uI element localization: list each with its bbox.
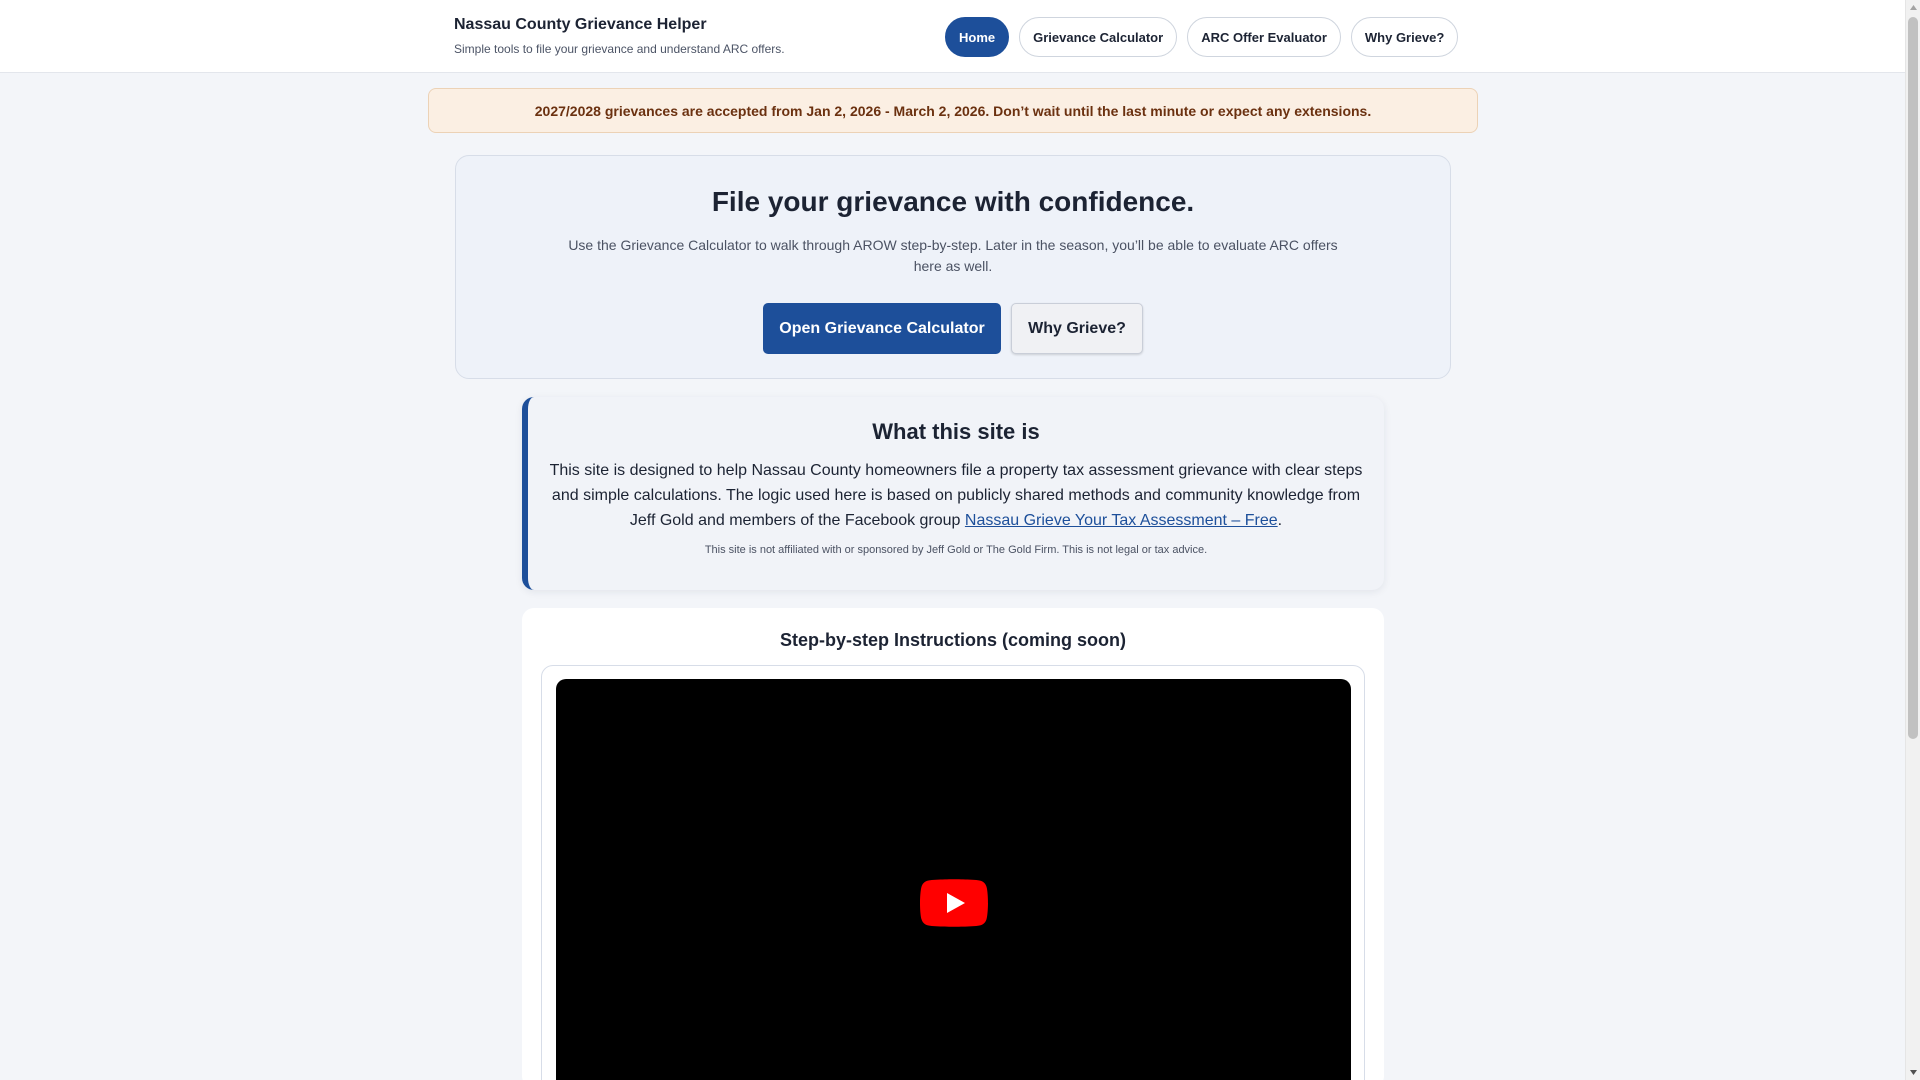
about-heading: What this site is: [872, 419, 1040, 444]
open-grievance-calculator-button[interactable]: Open Grievance Calculator: [763, 303, 1001, 354]
site-subtitle: Simple tools to file your grievance and …: [454, 42, 785, 56]
deadline-notice: 2027/2028 grievances are accepted from J…: [428, 88, 1478, 133]
nav-home-button[interactable]: Home: [945, 17, 1010, 57]
facebook-group-link[interactable]: Nassau Grieve Your Tax Assessment – Free: [965, 512, 1278, 529]
about-card: What this site is This site is designed …: [522, 397, 1384, 590]
nav-grievance-calculator-button[interactable]: Grievance Calculator: [1019, 17, 1178, 57]
hero-description: Use the Grievance Calculator to walk thr…: [568, 237, 1338, 274]
about-body-end: .: [1277, 512, 1283, 529]
why-grieve-button[interactable]: Why Grieve?: [1011, 303, 1143, 354]
video-section: Step-by-step Instructions (coming soon): [522, 608, 1384, 1080]
video-heading: Step-by-step Instructions (coming soon): [779, 630, 1126, 650]
page: Nassau County Grievance Helper Simple to…: [0, 0, 1905, 1080]
scroll-up-arrow-icon[interactable]: [1906, 0, 1920, 15]
nav-why-grieve-button[interactable]: Why Grieve?: [1350, 17, 1459, 57]
play-icon[interactable]: [920, 879, 988, 927]
scroll-down-arrow-icon[interactable]: [1906, 1065, 1920, 1080]
embedded-video-player[interactable]: [556, 679, 1351, 1080]
hero-actions: Open Grievance Calculator Why Grieve?: [456, 303, 1450, 354]
scrollbar-thumb[interactable]: [1908, 17, 1918, 739]
site-title[interactable]: Nassau County Grievance Helper: [454, 16, 707, 34]
hero-section: File your grievance with confidence. Use…: [455, 155, 1451, 379]
hero-heading: File your grievance with confidence.: [711, 186, 1195, 217]
disclaimer-text: This site is not affiliated with or spon…: [704, 544, 1208, 556]
vertical-scrollbar[interactable]: [1905, 0, 1920, 1080]
main-nav: Home Grievance Calculator ARC Offer Eval…: [945, 17, 1459, 57]
video-frame: [541, 665, 1365, 1080]
about-body: This site is designed to help Nassau Cou…: [546, 458, 1366, 533]
site-header: Nassau County Grievance Helper Simple to…: [0, 0, 1905, 73]
nav-arc-offer-evaluator-button[interactable]: ARC Offer Evaluator: [1187, 17, 1341, 57]
